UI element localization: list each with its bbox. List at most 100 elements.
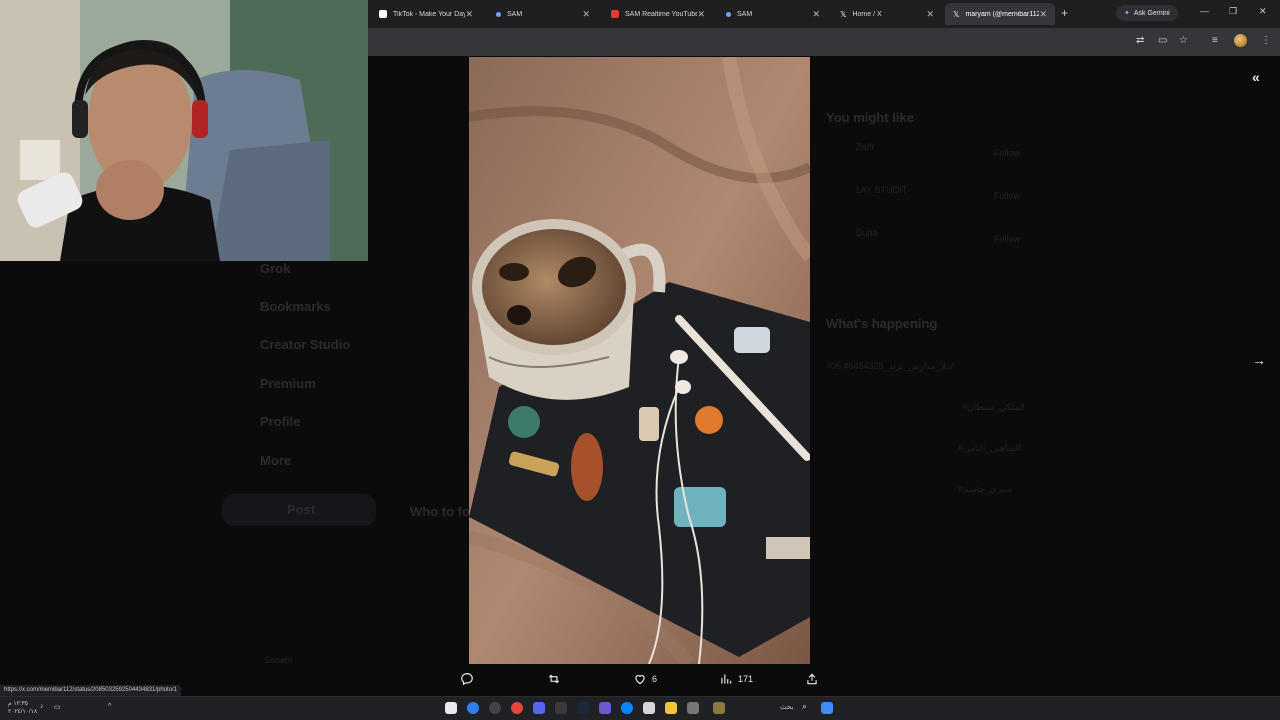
x-logo-icon: 𝕏 [953,9,960,19]
tiktok-icon [379,10,387,18]
like-button[interactable]: 6 [633,672,657,686]
views-count: 171 [738,674,754,684]
tab-sam-2[interactable]: SAM ✕ [718,3,828,25]
who-to-follow-heading: Who to fo [410,504,470,519]
trend-item: #05.46464328_لاتلا_مدارس_ترند [826,361,954,371]
clock-date: ٢٠٢٤/١٠/١٨ [8,709,38,715]
views-chart-icon [721,674,732,684]
file-icon[interactable] [643,702,655,714]
tab-title: Home / X [852,10,882,18]
nav-profile: Profile [260,414,301,429]
coffee-photo-illustration [469,57,810,664]
suggested-name: Zaffi [856,142,874,152]
menu-icon[interactable]: ⋮ [1261,35,1271,46]
ask-gemini-label: Ask Gemini [1133,9,1170,17]
profile-avatar[interactable] [1234,34,1247,47]
webcam-overlay [0,0,368,261]
restore-button[interactable]: ❐ [1229,6,1237,17]
trend-item: #سيري_جاسم [958,484,1013,494]
tab-maryam[interactable]: 𝕏 maryam (@memibar112) ✕ [945,3,1055,25]
tab-title: SAM [507,10,523,18]
tab-title: TikTok - Make Your Day [393,10,466,18]
follow-button: Follow [994,148,1021,158]
follow-button: Follow [994,191,1021,201]
tab-home-x[interactable]: 𝕏 Home / X ✕ [832,3,942,25]
you-might-like-heading: You might like [826,110,914,125]
tab-title: maryam (@memibar112) [965,10,1040,18]
photo-action-bar: 6 171 [0,664,1280,696]
suggested-name: Duha [856,228,878,238]
search-icon[interactable]: ⌕ [802,701,807,712]
discord-icon[interactable] [533,702,545,714]
trend-item: #الملكي_سنطان [962,402,1025,412]
like-count: 6 [652,674,658,684]
cast-icon[interactable]: ▭ [1158,35,1167,46]
sam-icon [726,11,731,17]
app-icon[interactable] [599,702,611,714]
network-icon[interactable]: ▭ [54,703,61,711]
clock-time: ١٢:٣٥ م [8,701,28,707]
edge-icon[interactable] [467,702,479,714]
gemini-icon: ✦ [1124,10,1130,17]
nav-grok: Grok [260,261,291,276]
app-icon[interactable] [555,702,567,714]
follow-button: Follow [994,234,1021,244]
browser-icon[interactable] [621,702,633,714]
link-status-url: https://x.com/memibar112/status/20850325… [0,685,182,696]
close-tab-icon[interactable]: ✕ [812,9,820,20]
views-button[interactable]: 171 [719,672,753,686]
share-icon [807,673,817,685]
post-button-label: Post [287,502,316,517]
speaker-icon[interactable]: ♪ [40,703,44,710]
tweet-photo[interactable] [469,57,810,664]
steam-icon[interactable] [489,702,501,714]
tab-sam[interactable]: SAM ✕ [488,3,598,25]
screen: TikTok - Make Your Day ✕ SAM ✕ SAM Realt… [0,0,1280,720]
tray-expand-icon[interactable]: ^ [108,703,111,710]
nav-bookmarks: Bookmarks [260,299,331,314]
youtube-icon [611,10,619,18]
close-tab-icon[interactable]: ✕ [465,9,473,20]
whats-happening-heading: What's happening [826,316,938,331]
collapse-sidebar-icon[interactable]: « [1252,69,1260,85]
repost-button[interactable] [547,672,566,686]
nav-premium: Premium [260,376,316,391]
translate-icon[interactable]: ⇄ [1136,35,1144,46]
share-button[interactable] [805,672,819,686]
tab-search-icon[interactable]: ≡ [1212,35,1218,46]
windows-taskbar: ١٢:٣٥ م ٢٠٢٤/١٠/١٨ ♪ ▭ ^ بحث ⌕ [0,696,1280,720]
close-tab-icon[interactable]: ✕ [926,9,934,20]
search-label[interactable]: بحث [780,703,793,711]
windows-start-icon[interactable] [445,702,457,714]
bookmark-star-icon[interactable]: ☆ [1179,35,1188,46]
ask-gemini-button[interactable]: ✦ Ask Gemini [1116,5,1178,21]
tab-title: SAM [737,10,753,18]
suggested-name: LAY STUDIT [856,185,908,195]
close-window-button[interactable]: ✕ [1259,6,1267,17]
next-photo-arrow-icon[interactable]: → [1252,352,1266,368]
trend-item: #الشاهين_الثامن [958,443,1021,453]
app-icon[interactable] [687,702,699,714]
chrome-icon[interactable] [511,702,523,714]
tab-tiktok[interactable]: TikTok - Make Your Day ✕ [371,3,481,25]
heart-icon [635,675,645,685]
steam-app-icon[interactable] [577,702,589,714]
tab-title: SAM Realtime YouTube L [625,10,698,18]
widgets-icon[interactable] [821,702,833,714]
tab-sam-youtube[interactable]: SAM Realtime YouTube L ✕ [603,3,713,25]
sam-icon [496,11,501,17]
reply-button[interactable] [460,672,479,686]
minimize-button[interactable]: — [1200,6,1209,16]
app-icon[interactable] [713,702,725,714]
reply-icon [461,673,473,686]
x-logo-icon: 𝕏 [840,9,847,19]
close-tab-icon[interactable]: ✕ [1039,9,1047,20]
nav-more: More [260,453,292,468]
folder-icon[interactable] [665,702,677,714]
repost-icon [548,674,560,684]
streamer-webcam-illustration [0,0,368,261]
close-tab-icon[interactable]: ✕ [697,9,705,20]
nav-creator-studio: Creator Studio [260,337,351,352]
new-tab-button[interactable]: + [1061,6,1068,20]
close-tab-icon[interactable]: ✕ [582,9,590,20]
